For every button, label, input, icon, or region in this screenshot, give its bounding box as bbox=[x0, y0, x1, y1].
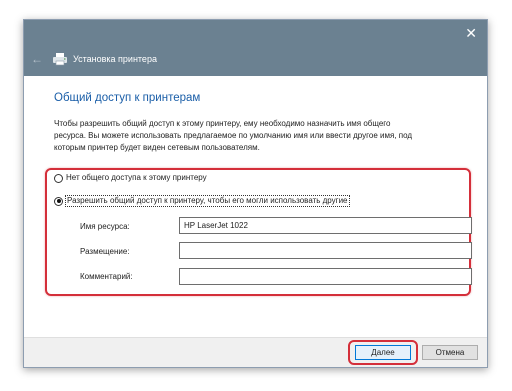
cancel-button[interactable]: Отмена bbox=[422, 345, 478, 360]
next-button[interactable]: Далее bbox=[355, 345, 411, 360]
share-name-label: Имя ресурса: bbox=[80, 222, 130, 231]
radio-no-share[interactable]: Нет общего доступа к этому принтеру bbox=[54, 172, 207, 184]
comment-label: Комментарий: bbox=[80, 272, 133, 281]
share-name-input[interactable]: HP LaserJet 1022 bbox=[179, 217, 472, 234]
page-description: Чтобы разрешить общий доступ к этому при… bbox=[54, 119, 413, 152]
radio-share[interactable]: Разрешить общий доступ к принтеру, чтобы… bbox=[54, 195, 350, 207]
window-title: Установка принтера bbox=[73, 54, 157, 64]
radio-no-share-circle[interactable] bbox=[54, 173, 63, 183]
printer-setup-window: ✕ ← Установка принтера Общий доступ к пр… bbox=[23, 19, 488, 368]
page-heading: Общий доступ к принтерам bbox=[54, 92, 201, 104]
printer-icon bbox=[53, 53, 67, 66]
back-arrow-icon[interactable]: ← bbox=[31, 53, 43, 65]
close-icon[interactable]: ✕ bbox=[465, 26, 477, 40]
location-label: Размещение: bbox=[80, 247, 130, 256]
location-input[interactable] bbox=[179, 242, 472, 259]
radio-no-share-label[interactable]: Нет общего доступа к этому принтеру bbox=[66, 173, 207, 183]
title-bar: ✕ ← Установка принтера bbox=[24, 20, 487, 76]
comment-input[interactable] bbox=[179, 268, 472, 285]
radio-share-circle[interactable] bbox=[54, 196, 63, 206]
radio-share-label[interactable]: Разрешить общий доступ к принтеру, чтобы… bbox=[65, 195, 350, 207]
